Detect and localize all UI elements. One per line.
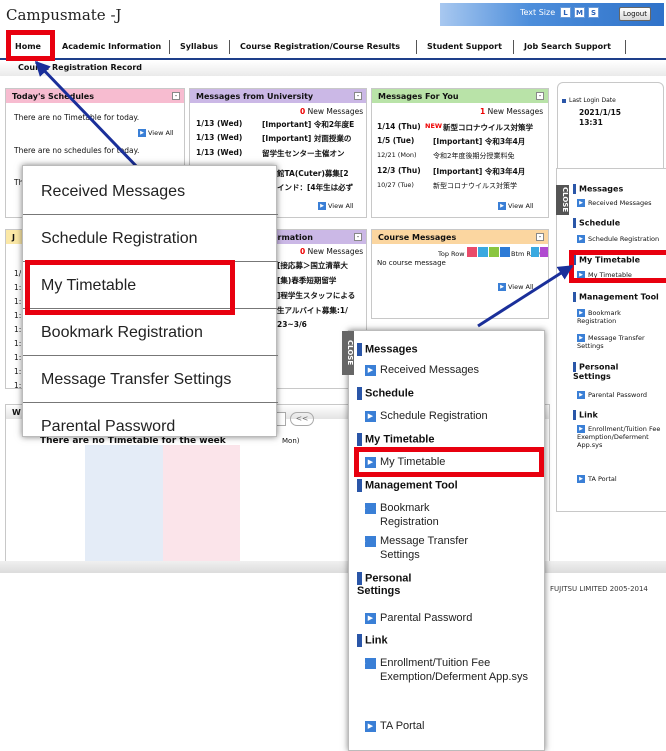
link-icon: ▶: [360, 657, 376, 669]
highlight-my-timetable-callout: [354, 447, 544, 477]
link-received-messages[interactable]: ▶ Received Messages: [365, 363, 479, 377]
callout-close-tab[interactable]: CLOSE: [342, 331, 354, 375]
link-enrollment[interactable]: ▶ Enrollment/Tuition Fee Exemption/Deferm…: [360, 656, 540, 684]
link-label: Bookmark Registration: [380, 502, 439, 528]
section-messages: Messages: [357, 343, 418, 356]
link-label: Schedule Registration: [380, 410, 488, 422]
link-icon: ▶: [365, 612, 376, 624]
link-label: Enrollment/Tuition Fee Exemption/Deferme…: [380, 657, 528, 683]
link-message-transfer-settings[interactable]: ▶ Message Transfer Settings: [360, 534, 505, 562]
section-management-tool: Management Tool: [357, 479, 458, 492]
link-icon: ▶: [365, 410, 376, 422]
link-label: Message Transfer Settings: [380, 535, 469, 561]
section-personal-settings: Personal Settings: [357, 572, 447, 597]
link-icon: ▶: [365, 364, 376, 376]
menu-item-message-transfer-settings[interactable]: Message Transfer Settings: [23, 357, 278, 403]
link-parental-password[interactable]: ▶ Parental Password: [365, 611, 472, 625]
section-my-timetable: My Timetable: [357, 433, 435, 446]
menu-item-schedule-registration[interactable]: Schedule Registration: [23, 216, 278, 262]
callout-sidebar-zoom: CLOSE Messages ▶ Received Messages Schedu…: [342, 330, 545, 751]
arrow-to-sidebar: [477, 264, 574, 328]
section-schedule: Schedule: [357, 387, 414, 400]
link-icon: ▶: [360, 535, 376, 547]
menu-item-bookmark-registration[interactable]: Bookmark Registration: [23, 310, 278, 356]
link-icon: ▶: [360, 502, 376, 514]
arrow-to-home: [34, 60, 142, 172]
link-icon: ▶: [365, 720, 376, 732]
link-bookmark-registration[interactable]: ▶ Bookmark Registration: [360, 501, 485, 529]
link-label: Received Messages: [380, 364, 480, 376]
highlight-my-timetable-menu: [25, 260, 235, 315]
link-label: TA Portal: [380, 720, 425, 732]
section-link: Link: [357, 634, 388, 647]
link-schedule-registration[interactable]: ▶ Schedule Registration: [365, 409, 488, 423]
link-label: Parental Password: [380, 612, 473, 624]
menu-item-parental-password[interactable]: Parental Password: [23, 404, 278, 450]
link-ta-portal[interactable]: ▶ TA Portal: [365, 719, 424, 733]
menu-item-received-messages[interactable]: Received Messages: [23, 169, 278, 215]
